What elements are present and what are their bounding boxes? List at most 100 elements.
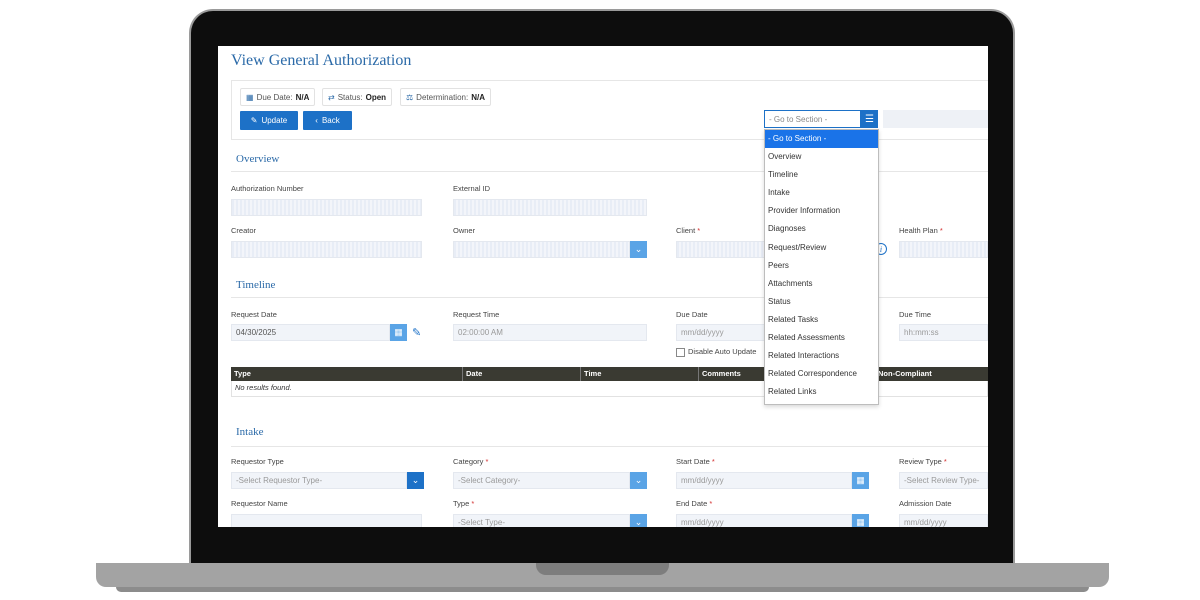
laptop-base-foot [116, 587, 1089, 592]
due-time-placeholder: hh:mm:ss [904, 328, 939, 337]
column-type[interactable]: Type [231, 367, 463, 381]
dropdown-option-attachments[interactable]: Attachments [765, 275, 878, 293]
calendar-icon[interactable]: ▦ [852, 472, 869, 489]
requestor-name-label: Requestor Name [231, 499, 288, 508]
list-icon[interactable]: ☰ [861, 110, 878, 128]
dropdown-option-request-review[interactable]: Request/Review [765, 239, 878, 257]
column-non-compliant[interactable]: Non-Compliant [875, 367, 988, 381]
disable-auto-update-checkbox[interactable] [676, 348, 685, 357]
required-mark: * [485, 457, 489, 466]
end-date-placeholder: mm/dd/yyyy [681, 518, 724, 527]
start-date-label: Start Date * [676, 457, 715, 466]
category-label: Category * [453, 457, 488, 466]
type-label-text: Type [453, 499, 470, 508]
determination-chip: ⚖ Determination: N/A [400, 88, 491, 106]
status-chip-value: Open [365, 92, 387, 102]
chevron-left-icon: ‹ [315, 116, 318, 125]
goto-section-select[interactable]: - Go to Section - [764, 110, 861, 128]
owner-label: Owner [453, 226, 476, 235]
chevron-down-icon[interactable]: ⌄ [407, 472, 424, 489]
chevron-down-icon[interactable]: ⌄ [630, 241, 647, 258]
due-date-chip-label: Due Date: [256, 92, 293, 102]
authorization-number-label: Authorization Number [231, 184, 304, 193]
required-mark: * [709, 499, 713, 508]
status-icon: ⇄ [328, 92, 335, 102]
category-select[interactable]: -Select Category- [453, 472, 630, 489]
column-date[interactable]: Date [463, 367, 581, 381]
dropdown-option-related-interactions[interactable]: Related Interactions [765, 347, 878, 365]
category-placeholder: -Select Category- [458, 476, 521, 485]
determination-chip-label: Determination: [416, 92, 469, 102]
health-plan-label: Health Plan * [899, 226, 943, 235]
dropdown-option-status[interactable]: Status [765, 293, 878, 311]
chevron-down-icon[interactable]: ⌄ [630, 514, 647, 527]
creator-label: Creator [231, 226, 257, 235]
request-date-value: 04/30/2025 [236, 328, 277, 337]
calendar-icon[interactable]: ▦ [390, 324, 407, 341]
back-button[interactable]: ‹ Back [303, 111, 352, 130]
dropdown-option-diagnoses[interactable]: Diagnoses [765, 220, 878, 238]
chevron-down-icon[interactable]: ⌄ [630, 472, 647, 489]
required-mark: * [711, 457, 715, 466]
due-date-placeholder: mm/dd/yyyy [681, 328, 724, 337]
due-date-chip-value: N/A [295, 92, 310, 102]
determination-chip-value: N/A [471, 92, 485, 102]
pencil-icon[interactable]: ✎ [412, 326, 421, 339]
section-divider [231, 446, 988, 447]
health-plan-label-text: Health Plan [899, 226, 938, 235]
admission-date-field[interactable]: mm/dd/yyyy [899, 514, 988, 527]
review-type-select[interactable]: -Select Review Type- [899, 472, 988, 489]
dropdown-option-timeline[interactable]: Timeline [765, 166, 878, 184]
end-date-label-text: End Date [676, 499, 708, 508]
dropdown-option-overview[interactable]: Overview [765, 148, 878, 166]
calendar-icon[interactable]: ▦ [852, 514, 869, 527]
due-date-label: Due Date [676, 310, 708, 319]
health-plan-field[interactable] [899, 241, 988, 258]
review-type-placeholder: -Select Review Type- [904, 476, 980, 485]
end-date-field[interactable]: mm/dd/yyyy [676, 514, 852, 527]
dropdown-option-related-assessments[interactable]: Related Assessments [765, 329, 878, 347]
type-select[interactable]: -Select Type- [453, 514, 630, 527]
update-button[interactable]: ✎ Update [240, 111, 298, 130]
external-id-label: External ID [453, 184, 491, 193]
due-time-label: Due Time [899, 310, 932, 319]
dropdown-option-peers[interactable]: Peers [765, 257, 878, 275]
column-time[interactable]: Time [581, 367, 699, 381]
creator-field[interactable] [231, 241, 422, 258]
start-date-label-text: Start Date [676, 457, 710, 466]
dropdown-option-related-tasks[interactable]: Related Tasks [765, 311, 878, 329]
request-time-field[interactable]: 02:00:00 AM [453, 324, 647, 341]
due-time-field[interactable]: hh:mm:ss [899, 324, 988, 341]
dropdown-option-related-links[interactable]: Related Links [765, 383, 878, 401]
required-mark: * [697, 226, 701, 235]
client-label: Client * [676, 226, 700, 235]
request-date-label: Request Date [231, 310, 277, 319]
page-title: View General Authorization [231, 52, 412, 69]
type-label: Type * [453, 499, 474, 508]
start-date-field[interactable]: mm/dd/yyyy [676, 472, 852, 489]
required-mark: * [471, 499, 475, 508]
request-date-field[interactable]: 04/30/2025 [231, 324, 390, 341]
disable-auto-update-label: Disable Auto Update [688, 347, 757, 356]
dropdown-option-placeholder[interactable]: - Go to Section - [765, 130, 878, 149]
overview-section-title: Overview [236, 153, 280, 165]
required-mark: * [943, 457, 947, 466]
external-id-field[interactable] [453, 199, 647, 216]
authorization-number-field[interactable] [231, 199, 422, 216]
dropdown-option-related-correspondence[interactable]: Related Correspondence [765, 365, 878, 383]
review-type-label-text: Review Type [899, 457, 942, 466]
requestor-name-field[interactable] [231, 514, 422, 527]
dropdown-option-provider-information[interactable]: Provider Information [765, 202, 878, 220]
requestor-type-select[interactable]: -Select Requestor Type- [231, 472, 407, 489]
requestor-type-placeholder: -Select Requestor Type- [236, 476, 323, 485]
request-time-label: Request Time [453, 310, 500, 319]
admission-date-label: Admission Date [899, 499, 952, 508]
intake-section-title: Intake [236, 426, 264, 438]
dropdown-option-intake[interactable]: Intake [765, 184, 878, 202]
admission-date-placeholder: mm/dd/yyyy [904, 518, 947, 527]
review-type-label: Review Type * [899, 457, 947, 466]
status-chip: ⇄ Status: Open [322, 88, 393, 106]
back-button-label: Back [321, 116, 340, 125]
type-placeholder: -Select Type- [458, 518, 505, 527]
owner-select[interactable] [453, 241, 630, 258]
